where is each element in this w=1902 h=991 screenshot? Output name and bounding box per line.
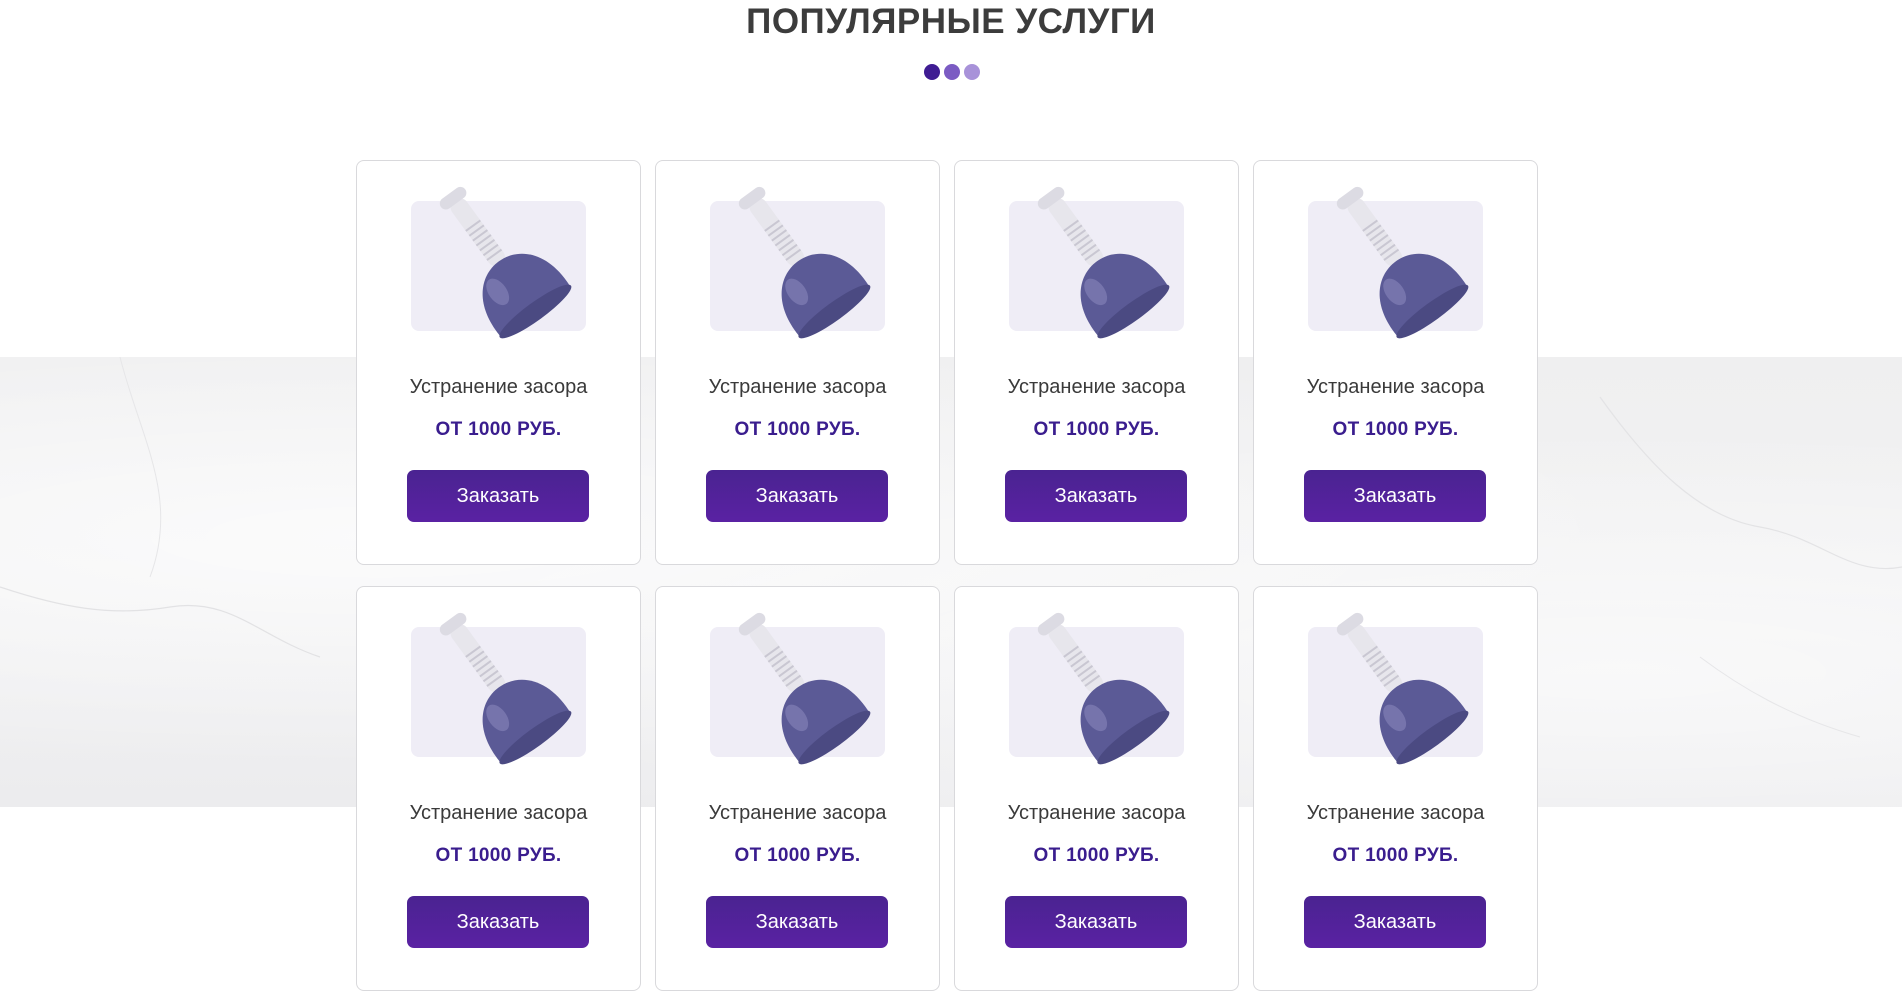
order-button[interactable]: Заказать <box>1005 470 1187 522</box>
service-image <box>411 186 586 339</box>
order-button[interactable]: Заказать <box>706 470 888 522</box>
service-price: ОТ 1000 РУБ. <box>435 845 562 866</box>
service-image <box>710 612 885 765</box>
plunger-icon <box>738 612 871 765</box>
plunger-icon <box>439 612 572 765</box>
order-button[interactable]: Заказать <box>1304 896 1486 948</box>
decor-dot <box>964 64 980 80</box>
decor-dot <box>924 64 940 80</box>
service-image <box>710 186 885 339</box>
order-button[interactable]: Заказать <box>1304 470 1486 522</box>
order-button[interactable]: Заказать <box>407 470 589 522</box>
service-card: Устранение засора ОТ 1000 РУБ. Заказать <box>655 160 940 565</box>
service-name: Устранение засора <box>708 802 887 824</box>
decor-dot <box>944 64 960 80</box>
order-button[interactable]: Заказать <box>407 896 589 948</box>
service-card: Устранение засора ОТ 1000 РУБ. Заказать <box>954 586 1239 991</box>
service-card: Устранение засора ОТ 1000 РУБ. Заказать <box>954 160 1239 565</box>
service-name: Устранение засора <box>409 802 588 824</box>
plunger-icon <box>1037 612 1170 765</box>
service-name: Устранение засора <box>409 376 588 398</box>
order-button[interactable]: Заказать <box>706 896 888 948</box>
service-price: ОТ 1000 РУБ. <box>734 845 861 866</box>
service-name: Устранение засора <box>1306 376 1485 398</box>
services-grid: Устранение засора ОТ 1000 РУБ. Заказать <box>356 160 1538 991</box>
service-price: ОТ 1000 РУБ. <box>1033 419 1160 440</box>
section-title: ПОПУЛЯРНЫЕ УСЛУГИ <box>746 2 1156 41</box>
service-price: ОТ 1000 РУБ. <box>1332 845 1459 866</box>
service-name: Устранение засора <box>1007 376 1186 398</box>
service-image <box>1009 186 1184 339</box>
plunger-icon <box>1336 612 1469 765</box>
service-card: Устранение засора ОТ 1000 РУБ. Заказать <box>356 160 641 565</box>
service-image <box>1308 186 1483 339</box>
plunger-icon <box>1336 186 1469 339</box>
service-card: Устранение засора ОТ 1000 РУБ. Заказать <box>655 586 940 991</box>
service-price: ОТ 1000 РУБ. <box>1033 845 1160 866</box>
service-price: ОТ 1000 РУБ. <box>734 419 861 440</box>
service-image <box>411 612 586 765</box>
plunger-icon <box>1037 186 1170 339</box>
service-name: Устранение засора <box>1007 802 1186 824</box>
service-name: Устранение засора <box>1306 802 1485 824</box>
order-button[interactable]: Заказать <box>1005 896 1187 948</box>
service-price: ОТ 1000 РУБ. <box>1332 419 1459 440</box>
service-card: Устранение засора ОТ 1000 РУБ. Заказать <box>1253 160 1538 565</box>
service-image <box>1009 612 1184 765</box>
service-card: Устранение засора ОТ 1000 РУБ. Заказать <box>356 586 641 991</box>
decor-dots <box>924 64 980 80</box>
service-card: Устранение засора ОТ 1000 РУБ. Заказать <box>1253 586 1538 991</box>
plunger-icon <box>439 186 572 339</box>
plunger-icon <box>738 186 871 339</box>
service-name: Устранение засора <box>708 376 887 398</box>
service-price: ОТ 1000 РУБ. <box>435 419 562 440</box>
service-image <box>1308 612 1483 765</box>
